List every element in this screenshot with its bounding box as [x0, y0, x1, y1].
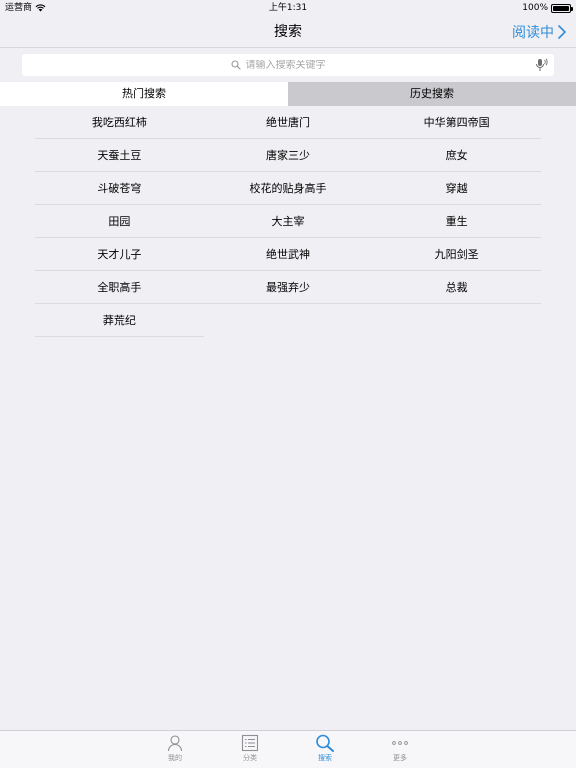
page-title: 搜索	[274, 24, 302, 40]
hot-search-content: 我吃西红柿 绝世唐门 中华第四帝国天蚕土豆 唐家三少 庶女斗破苍穹 校花的贴身高手 穿越田园…	[0, 106, 576, 730]
tab-bar-search-label: 搜索	[318, 754, 332, 762]
tab-history-search[interactable]: 历史搜索	[288, 82, 576, 106]
hot-search-item[interactable]: 天蚕土豆	[35, 139, 204, 172]
hot-search-item[interactable]: 田园	[35, 205, 204, 238]
search-tabs: 热门搜索 历史搜索	[0, 82, 576, 106]
person-icon	[167, 735, 183, 752]
status-time: 上午1:31	[268, 3, 308, 13]
search-box	[22, 54, 554, 76]
hot-search-item[interactable]: 最强弃少	[203, 271, 373, 304]
search-icon	[230, 60, 241, 70]
status-right: 100%	[522, 0, 573, 16]
battery-fill	[553, 5, 569, 11]
hot-search-item[interactable]: 天才儿子	[35, 238, 204, 271]
hot-search-item[interactable]: 唐家三少	[203, 139, 373, 172]
tab-bar-category[interactable]: 分类	[225, 734, 275, 768]
hot-search-item[interactable]: 中华第四帝国	[372, 106, 541, 139]
tab-bar: 我的 分类 搜索 更多	[0, 730, 576, 768]
hot-search-item[interactable]: 校花的贴身高手	[203, 172, 373, 205]
search-bar	[22, 54, 554, 76]
tab-bar-search[interactable]: 搜索	[300, 734, 350, 768]
more-icon	[392, 741, 408, 745]
battery-percent: 100%	[522, 3, 548, 13]
tab-hot-search[interactable]: 热门搜索	[0, 82, 288, 106]
hot-search-item[interactable]: 重生	[372, 205, 541, 238]
tab-bar-mine[interactable]: 我的	[150, 734, 200, 768]
battery-icon	[551, 3, 573, 13]
status-bar: 运营商 上午1:31 100%	[0, 0, 576, 16]
voice-search-icon[interactable]	[534, 57, 548, 73]
search-input[interactable]	[245, 59, 346, 71]
hot-search-grid: 我吃西红柿 绝世唐门 中华第四帝国天蚕土豆 唐家三少 庶女斗破苍穹 校花的贴身高手 穿越田园…	[35, 106, 541, 337]
search-tab-icon	[316, 734, 334, 752]
tab-bar-category-label: 分类	[243, 754, 257, 762]
hot-search-item[interactable]: 绝世唐门	[203, 106, 373, 139]
reading-button[interactable]: 阅读中	[512, 16, 566, 48]
tab-bar-mine-label: 我的	[168, 754, 182, 762]
hot-search-item[interactable]: 庶女	[372, 139, 541, 172]
chevron-right-icon	[558, 25, 566, 39]
hot-search-item[interactable]: 莽荒纪	[35, 304, 204, 337]
hot-search-item[interactable]: 总裁	[372, 271, 541, 304]
hot-search-item[interactable]: 全职高手	[35, 271, 204, 304]
reading-button-label: 阅读中	[512, 25, 554, 41]
hot-search-item[interactable]: 绝世武神	[203, 238, 373, 271]
hot-search-item[interactable]: 九阳剑圣	[372, 238, 541, 271]
tab-bar-more[interactable]: 更多	[375, 734, 425, 768]
list-icon	[241, 734, 259, 752]
hot-search-item[interactable]: 大主宰	[203, 205, 373, 238]
hot-search-item[interactable]: 我吃西红柿	[35, 106, 204, 139]
tab-bar-more-label: 更多	[393, 754, 407, 762]
nav-bar: 搜索 阅读中	[0, 16, 576, 48]
hot-search-item[interactable]: 穿越	[372, 172, 541, 205]
hot-search-item[interactable]: 斗破苍穹	[35, 172, 204, 205]
